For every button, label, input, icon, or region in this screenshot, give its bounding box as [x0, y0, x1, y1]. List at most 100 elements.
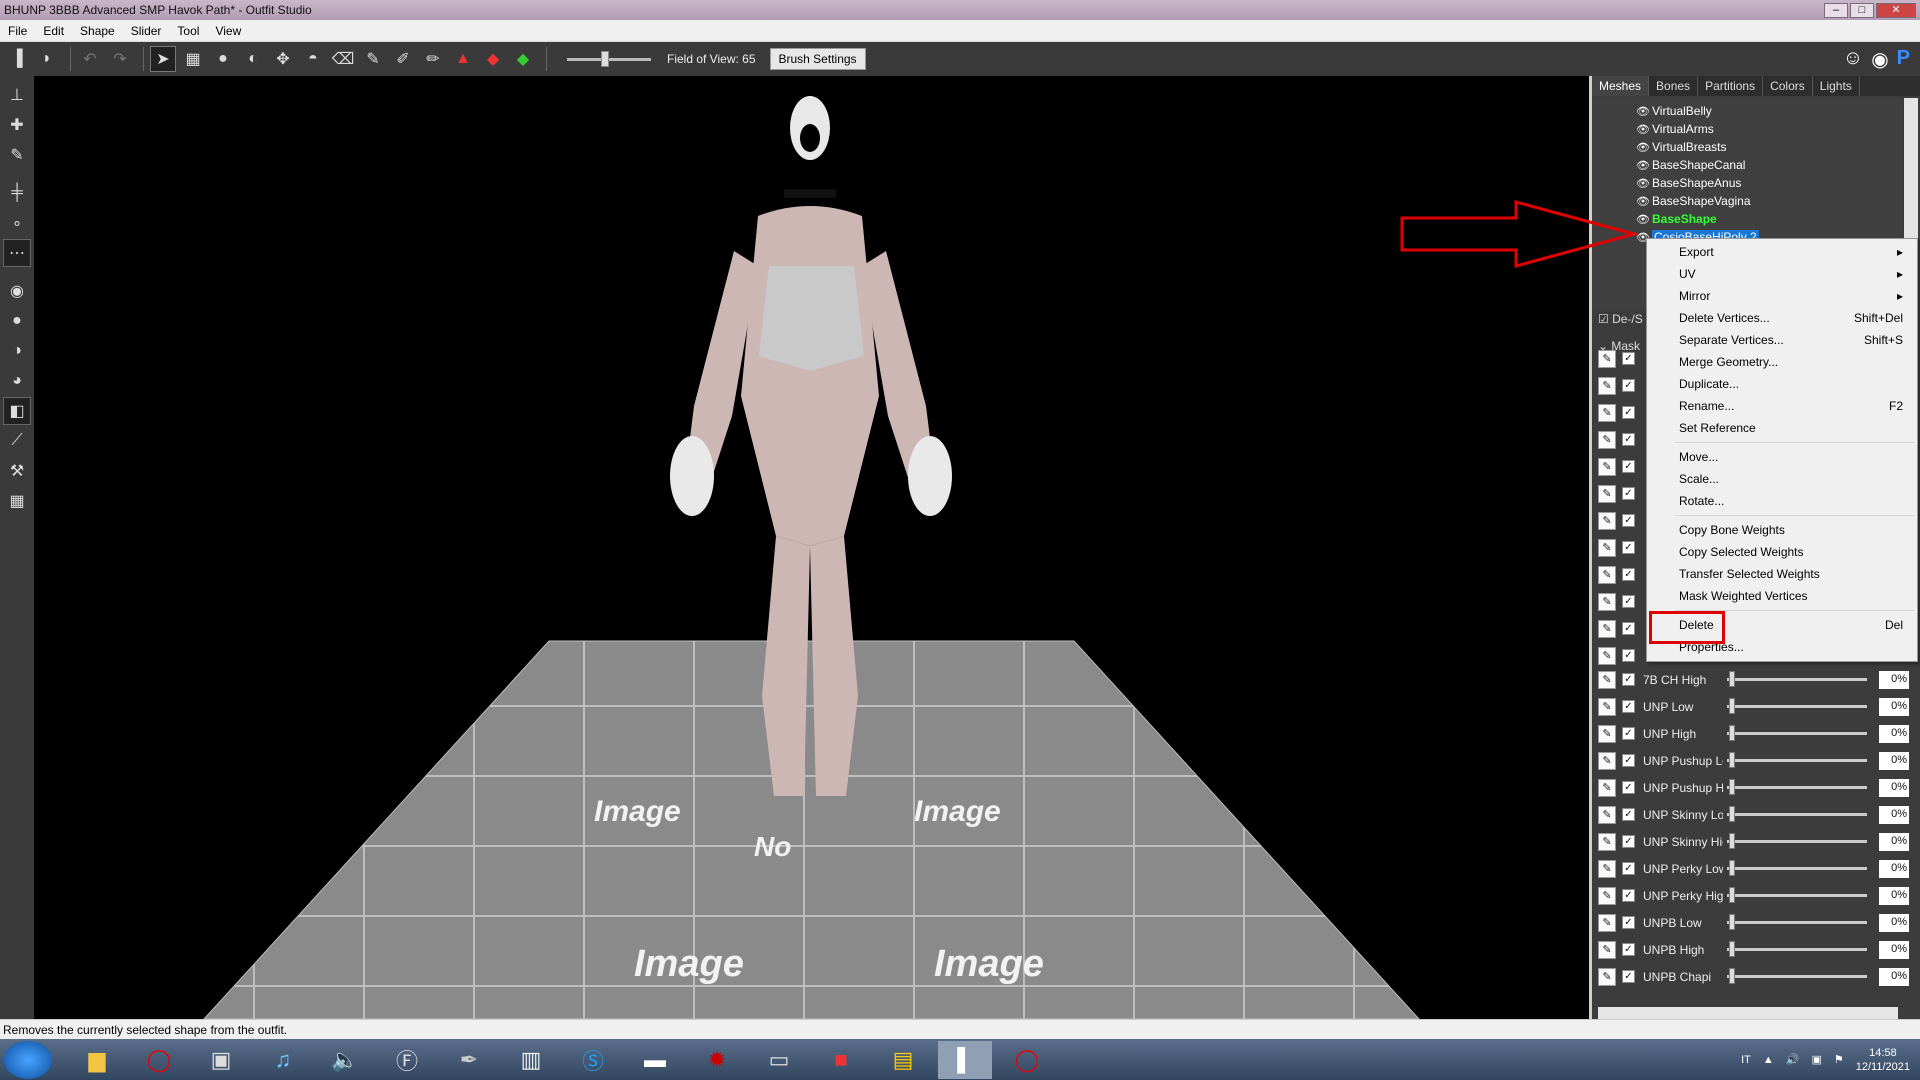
edit-pencil-icon[interactable]: ✎ [1598, 619, 1616, 638]
textures-icon[interactable]: ◕ [3, 367, 31, 395]
deselect-all-checkbox[interactable]: ☑ De-/S [1598, 312, 1643, 326]
start-button[interactable] [4, 1040, 52, 1079]
slider-checkbox[interactable]: ✓ [1622, 727, 1635, 740]
close-button[interactable]: ✕ [1876, 2, 1916, 18]
reference-icon[interactable]: ◗ [34, 46, 60, 72]
menu-item-mirror[interactable]: Mirror ▸ [1647, 285, 1917, 307]
slider-checkbox[interactable]: ✓ [1622, 916, 1635, 929]
app-icon[interactable]: ▣ [194, 1041, 248, 1079]
discord-icon[interactable]: ☺ [1843, 47, 1863, 72]
slider-value[interactable]: 0% [1879, 778, 1909, 797]
flip-edge-icon[interactable]: ◆ [480, 46, 506, 72]
edit-pencil-icon[interactable]: ✎ [1598, 778, 1616, 797]
edit-pencil-icon[interactable]: ✎ [1598, 859, 1616, 878]
eye-icon[interactable]: 👁 [1636, 213, 1652, 226]
edit-pencil-icon[interactable]: ✎ [1598, 751, 1616, 770]
slider-checkbox[interactable]: ✓ [1622, 622, 1635, 635]
edit-pencil-icon[interactable]: ✎ [1598, 832, 1616, 851]
slider-track[interactable] [1727, 833, 1867, 849]
menu-item-move[interactable]: Move... [1647, 446, 1917, 468]
slider-track[interactable] [1727, 968, 1867, 984]
menu-item-set-reference[interactable]: Set Reference [1647, 417, 1917, 439]
tab-bones[interactable]: Bones [1649, 76, 1699, 96]
menu-item-delete-vertices[interactable]: Delete Vertices... Shift+Del [1647, 307, 1917, 329]
slider-checkbox[interactable]: ✓ [1622, 808, 1635, 821]
mesh-item-base[interactable]: 👁 BaseShape [1636, 210, 1902, 228]
edit-pencil-icon[interactable]: ✎ [1598, 349, 1616, 368]
mesh-item[interactable]: 👁 BaseShapeAnus [1636, 174, 1902, 192]
eye-icon[interactable]: 👁 [1636, 195, 1652, 208]
pivot-tool-icon[interactable]: ✚ [3, 111, 31, 139]
f-app-icon[interactable]: ■ [814, 1041, 868, 1079]
lab-app-icon[interactable]: ▤ [876, 1041, 930, 1079]
slider-checkbox[interactable]: ✓ [1622, 487, 1635, 500]
mesh-item[interactable]: 👁 VirtualBreasts [1636, 138, 1902, 156]
slider-track[interactable] [1727, 860, 1867, 876]
weight-brush-icon[interactable]: ✎ [360, 46, 386, 72]
mesh-item[interactable]: 👁 VirtualArms [1636, 120, 1902, 138]
slider-checkbox[interactable]: ✓ [1622, 862, 1635, 875]
slider-checkbox[interactable]: ✓ [1622, 673, 1635, 686]
mask-display-icon[interactable]: ◧ [3, 397, 31, 425]
connected-only-icon[interactable]: ∘ [3, 209, 31, 237]
eye-icon[interactable]: 👁 [1636, 123, 1652, 136]
slider-checkbox[interactable]: ✓ [1622, 754, 1635, 767]
eye-icon[interactable]: 👁 [1636, 141, 1652, 154]
slider-checkbox[interactable]: ✓ [1622, 568, 1635, 581]
split-edge-icon[interactable]: ◆ [510, 46, 536, 72]
smooth-brush-icon[interactable]: ◓ [300, 46, 326, 72]
paypal-icon[interactable]: P [1897, 47, 1910, 72]
menu-view[interactable]: View [207, 24, 249, 38]
edit-pencil-icon[interactable]: ✎ [1598, 484, 1616, 503]
slider-checkbox[interactable]: ✓ [1622, 835, 1635, 848]
tab-colors[interactable]: Colors [1763, 76, 1813, 96]
undiff-brush-icon[interactable]: ⌫ [330, 46, 356, 72]
edit-pencil-icon[interactable]: ✎ [1598, 592, 1616, 611]
menu-tool[interactable]: Tool [169, 24, 207, 38]
outfit-studio-task-icon[interactable]: ▌ [938, 1040, 992, 1079]
edit-pencil-icon[interactable]: ✎ [1598, 376, 1616, 395]
opera-icon[interactable]: ◯ [132, 1041, 186, 1079]
volume-icon[interactable]: 🔊 [1786, 1053, 1800, 1066]
mask-brush-icon[interactable]: ▦ [180, 46, 206, 72]
edit-pencil-icon[interactable]: ✎ [1598, 457, 1616, 476]
color-brush-icon[interactable]: ✐ [390, 46, 416, 72]
slider-track[interactable] [1727, 671, 1867, 687]
slider-track[interactable] [1727, 914, 1867, 930]
menu-item-mask-weighted-vertices[interactable]: Mask Weighted Vertices [1647, 585, 1917, 607]
slider-checkbox[interactable]: ✓ [1622, 433, 1635, 446]
edit-pencil-icon[interactable]: ✎ [1598, 697, 1616, 716]
edit-pencil-icon[interactable]: ✎ [1598, 913, 1616, 932]
github-icon[interactable]: ◉ [1871, 47, 1888, 72]
slider-value[interactable]: 0% [1879, 670, 1909, 689]
slider-value[interactable]: 0% [1879, 859, 1909, 878]
slider-thumb[interactable] [1729, 752, 1735, 768]
slider-thumb[interactable] [1729, 698, 1735, 714]
3d-viewport[interactable]: Image Image Image Image No [34, 76, 1589, 1019]
slider-checkbox[interactable]: ✓ [1622, 649, 1635, 662]
slider-thumb[interactable] [1729, 887, 1735, 903]
edit-pencil-icon[interactable]: ✎ [1598, 565, 1616, 584]
slider-checkbox[interactable]: ✓ [1622, 943, 1635, 956]
slider-checkbox[interactable]: ✓ [1622, 541, 1635, 554]
menu-item-rotate[interactable]: Rotate... [1647, 490, 1917, 512]
menu-item-scale[interactable]: Scale... [1647, 468, 1917, 490]
menu-shape[interactable]: Shape [72, 24, 123, 38]
slider-value[interactable]: 0% [1879, 832, 1909, 851]
bones-display-icon[interactable]: ⟋ [3, 427, 31, 455]
edit-pencil-icon[interactable]: ✎ [1598, 403, 1616, 422]
slider-checkbox[interactable]: ✓ [1622, 889, 1635, 902]
flag-icon[interactable]: ⚑ [1834, 1053, 1844, 1066]
outfit-icon[interactable]: ▐ [4, 46, 30, 72]
explorer-icon[interactable]: ▆ [70, 1041, 124, 1079]
transform-tool-icon[interactable]: ⊥ [3, 81, 31, 109]
mesh-item[interactable]: 👁 BaseShapeVagina [1636, 192, 1902, 210]
alpha-brush-icon[interactable]: ✏ [420, 46, 446, 72]
select-tool-icon[interactable]: ➤ [150, 46, 176, 72]
menu-edit[interactable]: Edit [35, 24, 72, 38]
slider-thumb[interactable] [1729, 806, 1735, 822]
minimize-button[interactable]: – [1824, 2, 1848, 18]
menu-item-uv[interactable]: UV ▸ [1647, 263, 1917, 285]
slider-thumb[interactable] [1729, 833, 1735, 849]
fov-slider-thumb[interactable] [601, 50, 609, 67]
